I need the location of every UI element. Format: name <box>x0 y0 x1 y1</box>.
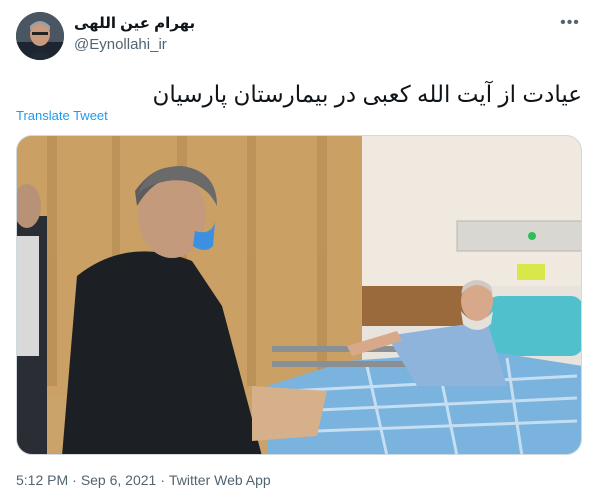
tweet-text: عیادت از آیت الله کعبی در بیمارستان پارس… <box>152 81 582 107</box>
avatar-image <box>16 12 64 60</box>
tweet: بهرام عین اللهی @Eynollahi_ir ••• عیادت … <box>0 0 598 497</box>
meta-separator-2: · <box>160 472 165 488</box>
avatar[interactable] <box>16 12 64 60</box>
tweet-photo[interactable] <box>16 135 582 455</box>
tweet-date[interactable]: Sep 6, 2021 <box>81 472 157 488</box>
author-handle[interactable]: @Eynollahi_ir <box>74 36 167 53</box>
meta-separator: · <box>72 472 77 488</box>
hospital-visit-photo <box>17 136 581 454</box>
tweet-time[interactable]: 5:12 PM <box>16 472 68 488</box>
more-horizontal-icon[interactable]: ••• <box>559 14 581 36</box>
tweet-source[interactable]: Twitter Web App <box>169 472 271 488</box>
tweet-meta: 5:12 PM · Sep 6, 2021 · Twitter Web App <box>16 472 271 488</box>
translate-tweet-link[interactable]: Translate Tweet <box>16 108 108 123</box>
author-display-name[interactable]: بهرام عین اللهی <box>74 14 195 32</box>
